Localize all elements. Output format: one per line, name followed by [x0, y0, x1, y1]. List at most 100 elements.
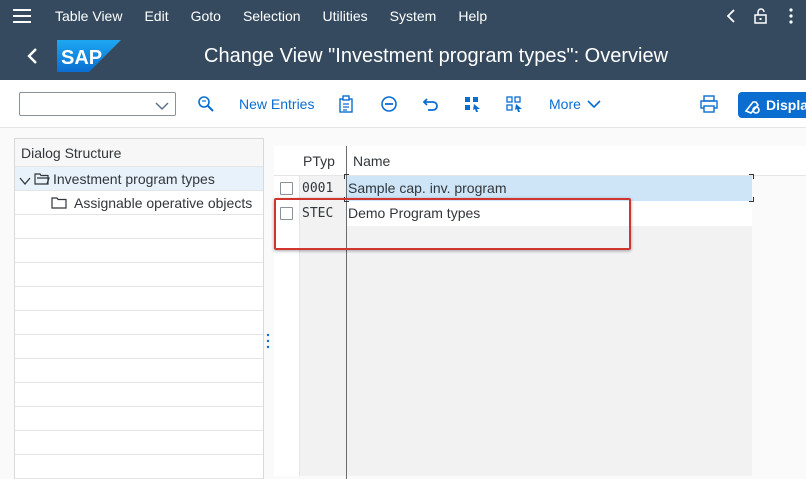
menu-utilities[interactable]: Utilities: [312, 0, 379, 32]
tree-item-label: Assignable operative objects: [74, 195, 253, 211]
collapse-chevron-icon[interactable]: [716, 0, 746, 32]
delete-icon[interactable]: [379, 94, 399, 114]
tree-item-assignable-operative-objects[interactable]: Assignable operative objects: [15, 191, 263, 215]
new-entries-button[interactable]: New Entries: [239, 80, 314, 128]
row-select-cell: [274, 376, 300, 401]
name-cell: [347, 301, 752, 326]
dialog-structure-header: Dialog Structure: [15, 139, 263, 167]
name-cell: [347, 426, 752, 451]
row-select-cell: [274, 326, 300, 351]
tree-empty-row: [15, 407, 263, 431]
display-button-label: Display: [766, 97, 806, 113]
ptyp-cell: [300, 376, 346, 401]
name-cell: [347, 376, 752, 401]
tree-empty-row: [15, 263, 263, 287]
unlock-icon[interactable]: [746, 0, 776, 32]
folder-icon: [51, 196, 67, 212]
name-cell: [347, 276, 752, 301]
back-arrow-icon[interactable]: [18, 42, 46, 70]
row-select-cell: [274, 301, 300, 326]
copy-as-icon[interactable]: [337, 94, 357, 114]
menu-right-controls: [716, 0, 806, 32]
open-folder-icon: [34, 172, 50, 188]
application-toolbar: New Entries More Display: [0, 80, 806, 128]
display-button[interactable]: Display: [738, 92, 806, 118]
ptyp-cell[interactable]: STEC: [300, 201, 346, 226]
sap-logo-text: SAP: [61, 47, 102, 69]
row-select-cell: [274, 451, 300, 476]
row-select-cell: [274, 251, 300, 276]
menu-bar: Table View Edit Goto Selection Utilities…: [0, 0, 806, 32]
row-select-cell: [274, 351, 300, 376]
undo-icon[interactable]: [421, 94, 441, 114]
ptyp-cell: [300, 326, 346, 351]
ptyp-cell: [300, 351, 346, 376]
select-all-icon[interactable]: [463, 94, 483, 114]
row-select-cell: [274, 226, 300, 251]
menu-selection[interactable]: Selection: [232, 0, 312, 32]
menu-system[interactable]: System: [379, 0, 448, 32]
tree-empty-row: [15, 287, 263, 311]
table-right-blank-area: [752, 176, 806, 479]
tree-empty-row: [15, 335, 263, 359]
name-cell[interactable]: Demo Program types: [347, 201, 752, 226]
tree-empty-row: [15, 215, 263, 239]
ptyp-cell[interactable]: 0001: [300, 176, 346, 201]
hamburger-menu-icon[interactable]: [0, 0, 44, 32]
tree-empty-row: [15, 239, 263, 263]
tree-item-label: Investment program types: [53, 171, 215, 187]
find-icon[interactable]: [196, 94, 216, 114]
ptyp-cell: [300, 251, 346, 276]
tree-item-investment-program-types[interactable]: Investment program types: [15, 167, 263, 191]
tree-empty-row: [15, 431, 263, 455]
column-header-ptyp[interactable]: PTyp: [303, 146, 335, 176]
dialog-structure-panel: Dialog Structure Investment program type…: [14, 138, 264, 479]
print-icon[interactable]: [699, 94, 719, 114]
row-select-cell[interactable]: [274, 201, 300, 226]
tree-empty-row: [15, 383, 263, 407]
ptyp-cell: [300, 226, 346, 251]
title-bar: SAP Change View "Investment program type…: [0, 32, 806, 80]
menu-help[interactable]: Help: [447, 0, 498, 32]
row-checkbox[interactable]: [280, 182, 293, 195]
ptyp-cell: [300, 426, 346, 451]
focus-corner: [749, 174, 754, 179]
column-header-name[interactable]: Name: [353, 146, 390, 176]
column-divider[interactable]: [346, 146, 347, 479]
table-header: PTyp Name: [274, 146, 806, 176]
more-button[interactable]: More: [549, 80, 581, 128]
focus-corner: [344, 174, 349, 179]
more-chevron-down-icon[interactable]: [584, 94, 604, 114]
name-cell: [347, 451, 752, 476]
tree-empty-row: [15, 455, 263, 479]
focus-corner: [749, 197, 754, 202]
more-options-icon[interactable]: [776, 0, 806, 32]
row-select-cell: [274, 276, 300, 301]
table-control: PTyp Name 0001 Sample cap. inv. program …: [274, 146, 806, 479]
name-cell: [347, 351, 752, 376]
menu-goto[interactable]: Goto: [180, 0, 232, 32]
chevron-down-icon[interactable]: [155, 98, 169, 111]
row-select-cell: [274, 401, 300, 426]
row-select-cell[interactable]: [274, 176, 300, 201]
sap-logo: SAP: [57, 40, 121, 72]
name-cell: [347, 226, 752, 251]
glasses-icon: [744, 97, 762, 118]
page-title: Change View "Investment program types": …: [204, 45, 669, 67]
name-cell: [347, 401, 752, 426]
tree-empty-row: [15, 311, 263, 335]
expand-chevron-icon[interactable]: [19, 173, 31, 189]
deselect-all-icon[interactable]: [505, 94, 525, 114]
ptyp-cell: [300, 451, 346, 476]
ptyp-cell: [300, 401, 346, 426]
ptyp-cell: [300, 276, 346, 301]
menu-table-view[interactable]: Table View: [44, 0, 133, 32]
panel-splitter-handle[interactable]: [266, 333, 270, 349]
command-field[interactable]: [19, 92, 176, 116]
focus-corner: [344, 197, 349, 202]
tree-empty-row: [15, 359, 263, 383]
row-checkbox[interactable]: [280, 207, 293, 220]
name-cell: [347, 251, 752, 276]
name-cell[interactable]: Sample cap. inv. program: [347, 176, 752, 201]
menu-edit[interactable]: Edit: [133, 0, 179, 32]
